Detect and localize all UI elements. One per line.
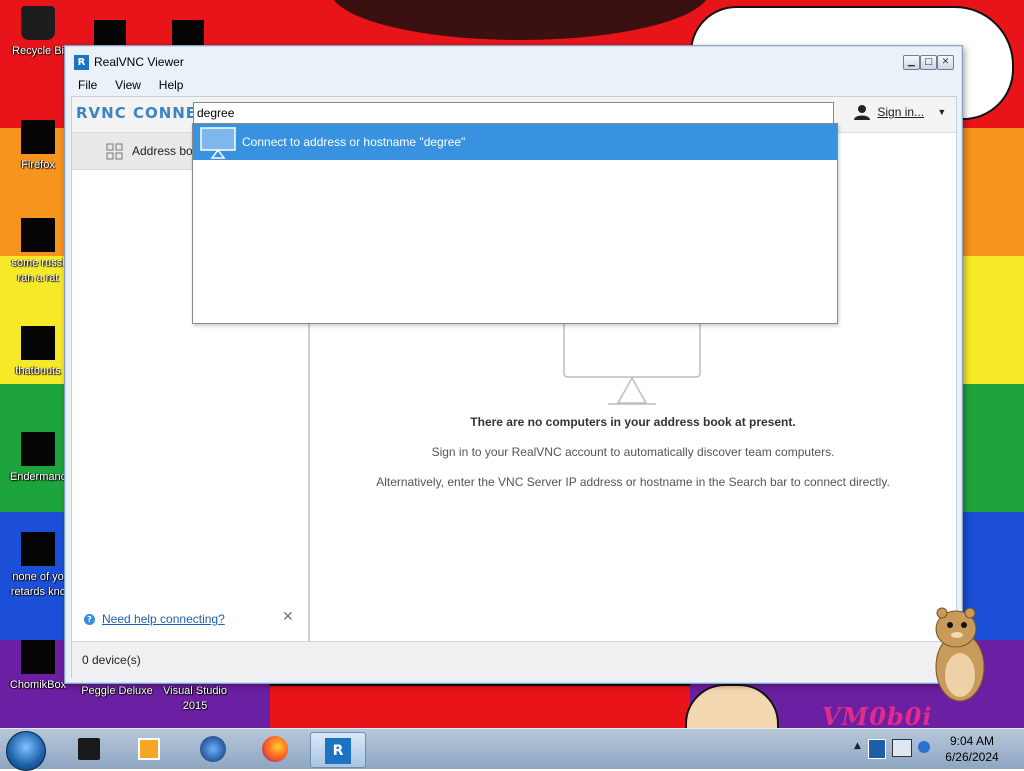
menu-file[interactable]: File [71, 76, 104, 94]
sign-in-button[interactable]: Sign in... ▼ [854, 104, 946, 124]
device-count: 0 device(s) [82, 653, 141, 667]
app-icon [21, 432, 55, 466]
realvnc-icon: R [325, 738, 351, 764]
empty-state-title: There are no computers in your address b… [470, 415, 796, 429]
realvnc-icon: R [74, 55, 89, 70]
watermark: VM0b0i [822, 702, 933, 731]
empty-state-text: Sign in to your RealVNC account to autom… [431, 445, 835, 459]
taskbar-item-globe[interactable] [190, 732, 234, 766]
recycle-bin-icon [21, 6, 55, 40]
hamster-icon [935, 607, 985, 702]
media-player-icon [138, 738, 160, 760]
chomikbox-icon [21, 640, 55, 674]
title-bar[interactable]: R RealVNC Viewer ▁ □ ✕ [65, 46, 962, 74]
globe-icon [200, 736, 226, 762]
network-icon[interactable] [892, 739, 912, 757]
status-bar: 0 device(s) [72, 641, 956, 678]
user-icon [854, 105, 870, 120]
taskbar-item-terminal[interactable] [66, 732, 110, 766]
desktop-icon-label: Peggle Deluxe [81, 685, 153, 697]
desktop-icon-label: Visual Studio 2015 [162, 685, 227, 712]
close-button[interactable]: ✕ [937, 55, 954, 70]
menu-bar: File View Help [71, 76, 190, 94]
grid-icon [106, 143, 123, 160]
search-input[interactable] [193, 102, 834, 124]
monitor-icon [200, 127, 236, 159]
minimize-button[interactable]: ▁ [903, 55, 920, 70]
start-button[interactable] [6, 731, 46, 771]
address-book-label: Address boo [132, 144, 200, 158]
connect-to-address-item[interactable]: Connect to address or hostname "degree" [193, 124, 837, 160]
chevron-up-icon[interactable]: ▲ [854, 741, 861, 751]
taskbar-item-firefox[interactable] [252, 732, 296, 766]
firefox-icon [262, 736, 288, 762]
taskbar-item-media-player[interactable] [126, 732, 170, 766]
flag-icon[interactable] [868, 739, 886, 759]
help-icon: ? [84, 614, 95, 625]
maximize-button[interactable]: □ [920, 55, 937, 70]
terminal-icon [78, 738, 100, 760]
window-title: RealVNC Viewer [94, 55, 184, 69]
folder-icon [21, 326, 55, 360]
desktop-icon-hidden[interactable] [172, 20, 204, 46]
help-link[interactable]: Need help connecting? [102, 612, 225, 626]
menu-help[interactable]: Help [152, 76, 191, 94]
taskbar-item-realvnc[interactable]: R [310, 732, 366, 768]
menu-view[interactable]: View [108, 76, 148, 94]
close-icon[interactable]: ✕ [282, 609, 294, 625]
app-icon [21, 532, 55, 566]
taskbar: R ▲ 9:04 AM 6/26/2024 [0, 728, 1024, 771]
monitor-icon [563, 323, 701, 405]
chevron-down-icon: ▼ [937, 107, 947, 117]
help-banner: ? Need help connecting? ✕ [72, 603, 308, 633]
firefox-icon [21, 120, 55, 154]
desktop-icon-hidden[interactable] [94, 20, 126, 46]
search-suggestions: Connect to address or hostname "degree" [192, 123, 838, 324]
clock[interactable]: 9:04 AM 6/26/2024 [926, 733, 1018, 765]
clock-time: 9:04 AM [949, 734, 995, 748]
wallpaper-sticker [270, 684, 690, 732]
file-icon [21, 218, 55, 252]
clock-date: 6/26/2024 [945, 750, 999, 764]
empty-state-text: Alternatively, enter the VNC Server IP a… [376, 475, 890, 489]
connect-to-address-label: Connect to address or hostname "degree" [242, 135, 466, 149]
sign-in-label: Sign in... [877, 105, 925, 119]
